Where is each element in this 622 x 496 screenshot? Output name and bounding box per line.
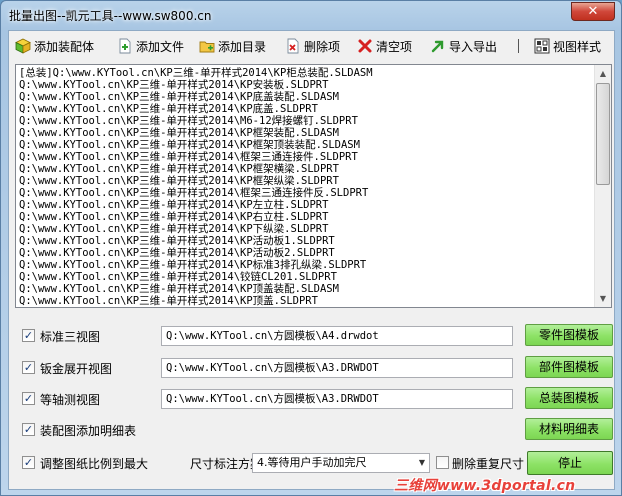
list-item[interactable]: Q:\www.KYTool.cn\KP三维-单开样式2014\KP框架横梁.SL…	[19, 163, 595, 175]
add-file-button[interactable]: 添加文件	[117, 36, 184, 56]
clear-items-button[interactable]: 清空项	[357, 36, 412, 56]
assembly-template-path-input[interactable]: Q:\www.KYTool.cn\方圆模板\A3.DRWDOT	[161, 389, 513, 409]
list-item[interactable]: Q:\www.KYTool.cn\KP三维-单开样式2014\铰链CL201.S…	[19, 271, 595, 283]
dimension-scheme-value: 4.等待用户手动加完尺	[257, 456, 367, 469]
bom-label: 装配图添加明细表	[40, 424, 137, 438]
toolbar: 添加装配体 添加文件 添加目录 删除项 清空项 导入导出 视图样式	[9, 31, 614, 61]
close-button[interactable]: ✕	[571, 2, 615, 21]
list-item[interactable]: Q:\www.KYTool.cn\KP三维-单开样式2014\KP框架装配.SL…	[19, 127, 595, 139]
option-row-bottom: ✓ 调整图纸比例到最大 尺寸标注方案: 4.等待用户手动加完尺 ▼ 删除重复尺寸…	[9, 451, 614, 475]
list-item[interactable]: Q:\www.KYTool.cn\KP三维-单开样式2014\框架三通连接件反.…	[19, 187, 595, 199]
add-folder-button[interactable]: 添加目录	[199, 36, 266, 56]
scale-max-label: 调整图纸比例到最大	[40, 457, 149, 471]
list-item[interactable]: Q:\www.KYTool.cn\KP三维-单开样式2014\KP顶盖.SLDP…	[19, 295, 595, 307]
list-item[interactable]: Q:\www.KYTool.cn\KP三维-单开样式2014\KP顶盖装配.SL…	[19, 283, 595, 295]
dedupe-dims-checkbox[interactable]	[436, 456, 449, 469]
option-row-standard-views: ✓ 标准三视图 Q:\www.KYTool.cn\方圆模板\A4.drwdot …	[9, 324, 614, 348]
watermark-text: 三维网www.3dportal.cn	[394, 478, 576, 494]
add-file-label: 添加文件	[136, 39, 185, 54]
isometric-view-label: 等轴测视图	[40, 393, 101, 407]
bom-button[interactable]: 材料明细表	[525, 418, 613, 440]
import-export-label: 导入导出	[449, 39, 498, 54]
scale-max-checkbox[interactable]: ✓	[22, 456, 35, 469]
delete-item-label: 删除项	[304, 39, 341, 54]
scroll-thumb[interactable]	[596, 83, 610, 185]
clear-items-label: 清空项	[376, 39, 413, 54]
list-item[interactable]: Q:\www.KYTool.cn\KP三维-单开样式2014\KP活动板2.SL…	[19, 247, 595, 259]
view-style-icon	[534, 38, 550, 54]
scroll-down-arrow-icon[interactable]: ▼	[595, 290, 611, 307]
list-item[interactable]: Q:\www.KYTool.cn\KP三维-单开样式2014\KP安装板.SLD…	[19, 79, 595, 91]
option-row-sheetmetal: ✓ 钣金展开视图 Q:\www.KYTool.cn\方圆模板\A3.DRWDOT…	[9, 356, 614, 380]
component-template-button[interactable]: 部件图模板	[525, 356, 613, 378]
title-bar[interactable]: 批量出图--凯元工具--www.sw800.cn ✕	[1, 1, 621, 29]
dedupe-dims-label: 删除重复尺寸	[452, 457, 525, 471]
list-item[interactable]: [总装]Q:\www.KYTool.cn\KP三维-单开样式2014\KP柜总装…	[19, 67, 595, 79]
app-window: 批量出图--凯元工具--www.sw800.cn ✕ 添加装配体 添加文件 添加…	[0, 0, 622, 496]
import-export-button[interactable]: 导入导出	[430, 36, 497, 56]
folder-icon	[199, 38, 215, 54]
delete-item-button[interactable]: 删除项	[285, 36, 340, 56]
add-file-icon	[117, 38, 133, 54]
list-item[interactable]: Q:\www.KYTool.cn\KP三维-单开样式2014\KP活动板1.SL…	[19, 235, 595, 247]
delete-file-icon	[285, 38, 301, 54]
add-assembly-label: 添加装配体	[34, 39, 95, 54]
file-list[interactable]: [总装]Q:\www.KYTool.cn\KP三维-单开样式2014\KP柜总装…	[15, 64, 612, 308]
sheetmetal-view-checkbox[interactable]: ✓	[22, 361, 35, 374]
view-style-label: 视图样式	[553, 39, 602, 54]
part-template-button[interactable]: 零件图模板	[525, 324, 613, 346]
standard-views-label: 标准三视图	[40, 330, 101, 344]
bom-checkbox[interactable]: ✓	[22, 423, 35, 436]
list-item[interactable]: Q:\www.KYTool.cn\KP三维-单开样式2014\KP框架顶装装配.…	[19, 139, 595, 151]
option-row-isometric: ✓ 等轴测视图 Q:\www.KYTool.cn\方圆模板\A3.DRWDOT …	[9, 387, 614, 411]
list-item[interactable]: Q:\www.KYTool.cn\KP三维-单开样式2014\M6-12焊接螺钉…	[19, 115, 595, 127]
dimension-scheme-select[interactable]: 4.等待用户手动加完尺 ▼	[252, 453, 430, 473]
scroll-up-arrow-icon[interactable]: ▲	[595, 65, 611, 82]
view-style-button[interactable]: 视图样式	[534, 36, 601, 56]
isometric-view-checkbox[interactable]: ✓	[22, 392, 35, 405]
add-folder-label: 添加目录	[218, 39, 267, 54]
list-item[interactable]: Q:\www.KYTool.cn\KP三维-单开样式2014\KP底盖装配.SL…	[19, 91, 595, 103]
standard-views-checkbox[interactable]: ✓	[22, 329, 35, 342]
list-item[interactable]: Q:\www.KYTool.cn\KP三维-单开样式2014\框架三通连接件.S…	[19, 151, 595, 163]
stop-button[interactable]: 停止	[527, 451, 613, 475]
toolbar-separator	[518, 39, 519, 53]
list-item[interactable]: Q:\www.KYTool.cn\KP三维-单开样式2014\KP框架纵梁.SL…	[19, 175, 595, 187]
cube-icon	[15, 38, 31, 54]
list-item[interactable]: Q:\www.KYTool.cn\KP三维-单开样式2014\KP底盖.SLDP…	[19, 103, 595, 115]
part-template-path-input[interactable]: Q:\www.KYTool.cn\方圆模板\A4.drwdot	[161, 326, 513, 346]
red-x-icon	[357, 38, 373, 54]
dropdown-arrow-icon: ▼	[418, 458, 425, 467]
sheetmetal-view-label: 钣金展开视图	[40, 362, 113, 376]
list-item[interactable]: Q:\www.KYTool.cn\KP三维-单开样式2014\KP标准3排孔纵梁…	[19, 259, 595, 271]
list-item[interactable]: Q:\www.KYTool.cn\KP三维-单开样式2014\KP下纵梁.SLD…	[19, 223, 595, 235]
file-list-rows: [总装]Q:\www.KYTool.cn\KP三维-单开样式2014\KP柜总装…	[19, 67, 595, 307]
list-item[interactable]: Q:\www.KYTool.cn\KP三维-单开样式2014\KP右立柱.SLD…	[19, 211, 595, 223]
list-item[interactable]: Q:\www.KYTool.cn\KP三维-单开样式2014\KP左立柱.SLD…	[19, 199, 595, 211]
assembly-template-button[interactable]: 总装图模板	[525, 387, 613, 409]
add-assembly-button[interactable]: 添加装配体	[15, 36, 94, 56]
option-row-bom: ✓ 装配图添加明细表 材料明细表	[9, 418, 614, 442]
component-template-path-input[interactable]: Q:\www.KYTool.cn\方圆模板\A3.DRWDOT	[161, 358, 513, 378]
vertical-scrollbar[interactable]: ▲ ▼	[594, 65, 611, 307]
client-area: 添加装配体 添加文件 添加目录 删除项 清空项 导入导出 视图样式 [总装]Q:…	[8, 30, 615, 490]
window-title: 批量出图--凯元工具--www.sw800.cn	[9, 9, 212, 23]
green-arrow-icon	[430, 38, 446, 54]
